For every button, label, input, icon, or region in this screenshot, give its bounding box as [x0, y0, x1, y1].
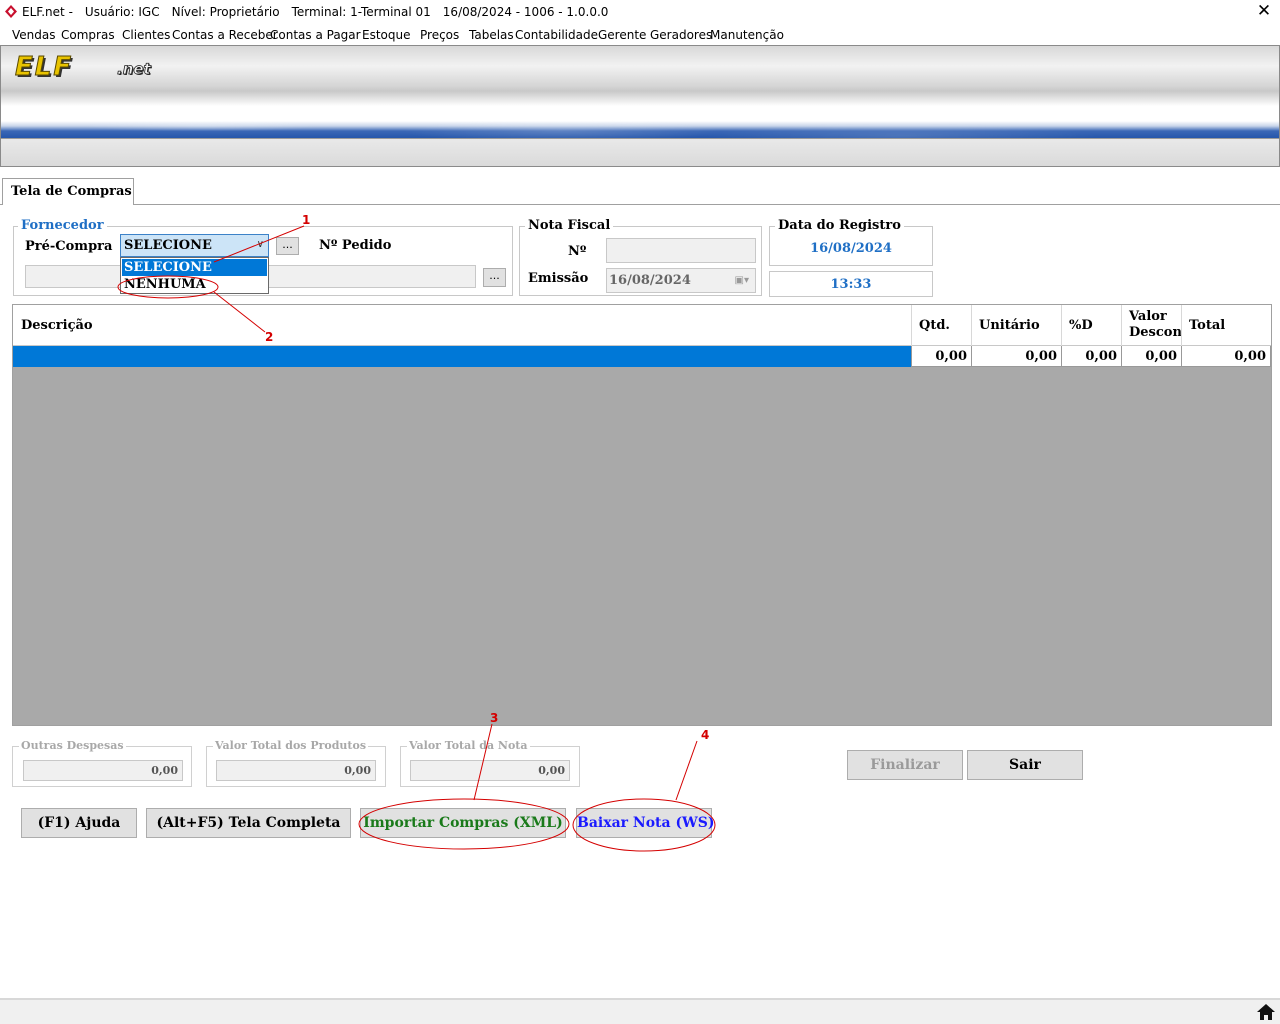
row-unitario-cell[interactable]: 0,00	[971, 346, 1061, 367]
fornecedor-lookup-button[interactable]: ...	[483, 268, 506, 287]
col-unitario[interactable]: Unitário	[979, 318, 1040, 334]
items-grid[interactable]	[12, 304, 1272, 726]
title-app: ELF.net -	[22, 5, 73, 19]
menu-vendas[interactable]: Vendas	[12, 28, 56, 42]
chevron-down-icon: ∨	[256, 239, 264, 250]
pre-compra-label: Pré-Compra	[25, 239, 113, 254]
banner-toolbar-strip	[1, 138, 1279, 166]
tela-completa-button[interactable]: (Alt+F5) Tela Completa	[146, 808, 351, 838]
tab-label: Tela de Compras	[11, 184, 132, 199]
baixar-nota-button[interactable]: Baixar Nota (WS)	[576, 808, 715, 838]
row-valor-desconto-cell[interactable]: 0,00	[1121, 346, 1181, 367]
valor-nota-label: Valor Total da Nota	[407, 739, 530, 752]
grid-col-divider	[1121, 305, 1122, 346]
valor-produtos-label: Valor Total dos Produtos	[213, 739, 369, 752]
annotation-1-label: 1	[302, 213, 310, 227]
finalizar-button[interactable]: Finalizar	[847, 750, 963, 780]
col-total[interactable]: Total	[1189, 318, 1225, 334]
emissao-date-value: 16/08/2024	[609, 273, 691, 288]
menu-clientes[interactable]: Clientes	[122, 28, 170, 42]
registro-legend: Data do Registro	[775, 218, 904, 233]
menu-manutencao[interactable]: Manutenção	[710, 28, 784, 42]
registro-date: 16/08/2024	[810, 241, 892, 256]
menu-precos[interactable]: Preços	[420, 28, 459, 42]
menu-tabelas[interactable]: Tabelas	[469, 28, 514, 42]
pre-compra-select[interactable]: SELECIONE ∨	[120, 234, 269, 257]
row-total-cell[interactable]: 0,00	[1181, 346, 1271, 367]
row-qtd-cell[interactable]: 0,00	[911, 346, 971, 367]
menu-compras[interactable]: Compras	[61, 28, 115, 42]
outras-despesas-field[interactable]: 0,00	[23, 760, 183, 781]
window-title: ELF.net - Usuário: IGC Nível: Proprietário…	[22, 5, 620, 19]
valor-produtos-field: 0,00	[216, 760, 376, 781]
grid-header: Descrição Qtd. Unitário %D Valor Descon …	[13, 305, 1271, 346]
tab-tela-de-compras[interactable]: Tela de Compras	[2, 178, 134, 205]
col-valor-desconto-line2: Descon	[1129, 325, 1182, 340]
menu-estoque[interactable]: Estoque	[362, 28, 411, 42]
status-bar	[0, 1000, 1280, 1024]
grid-col-divider	[971, 305, 972, 346]
valor-nota-field: 0,00	[410, 760, 570, 781]
col-valor-desconto-line1: Valor	[1129, 309, 1167, 324]
app-diamond-icon	[5, 5, 17, 18]
tab-strip	[0, 176, 1280, 205]
menu-contas-pagar[interactable]: Contas a Pagar	[270, 28, 361, 42]
title-terminal: Terminal: 1-Terminal 01	[291, 5, 431, 19]
outras-despesas-label: Outras Despesas	[19, 739, 126, 752]
nf-numero-field[interactable]	[606, 238, 756, 263]
registro-time: 13:33	[830, 277, 872, 292]
grid-col-divider	[1181, 305, 1182, 346]
col-qtd[interactable]: Qtd.	[919, 318, 950, 334]
elf-logo-suffix: .net	[117, 60, 152, 79]
pre-compra-lookup-button[interactable]: ...	[276, 237, 299, 255]
banner-texture	[1, 76, 1279, 140]
title-version: 16/08/2024 - 1006 - 1.0.0.0	[442, 5, 609, 19]
ajuda-button[interactable]: (F1) Ajuda	[21, 808, 137, 838]
calendar-dropdown-icon[interactable]: ▣▾	[735, 269, 749, 292]
menu-bar: Vendas Compras Clientes Contas a Receber…	[0, 25, 1280, 45]
header-banner: ELF .net	[0, 45, 1280, 167]
row-pct-desconto-cell[interactable]: 0,00	[1061, 346, 1121, 367]
elf-logo: ELF	[14, 52, 74, 83]
col-valor-desconto[interactable]: Valor Descon	[1129, 309, 1182, 341]
row-descricao-cell-selected[interactable]	[13, 346, 911, 367]
option-selecione[interactable]: SELECIONE	[122, 259, 267, 276]
sair-button[interactable]: Sair	[967, 750, 1083, 780]
pre-compra-selected: SELECIONE	[124, 238, 212, 253]
emissao-date-field[interactable]: 16/08/2024 ▣▾	[606, 268, 756, 293]
annotation-4-label: 4	[701, 728, 709, 742]
col-pct-desconto[interactable]: %D	[1069, 318, 1093, 334]
pedido-label: Nº Pedido	[319, 238, 392, 253]
nf-numero-label: Nº	[568, 244, 587, 259]
menu-contabilidade[interactable]: Contabilidade	[515, 28, 598, 42]
fornecedor-legend: Fornecedor	[18, 218, 107, 233]
title-level: Nível: Proprietário	[171, 5, 280, 19]
close-window-button[interactable]: ✕	[1254, 1, 1274, 21]
menu-gerente[interactable]: Gerente	[598, 28, 646, 42]
menu-contas-receber[interactable]: Contas a Receber	[172, 28, 278, 42]
nota-fiscal-legend: Nota Fiscal	[525, 218, 614, 233]
grid-col-divider	[911, 305, 912, 346]
menu-geradores[interactable]: Geradores	[650, 28, 712, 42]
window-titlebar: ELF.net - Usuário: IGC Nível: Proprietário…	[0, 0, 1280, 24]
title-user: Usuário: IGC	[84, 5, 160, 19]
pre-compra-dropdown-list: SELECIONE NENHUMA	[120, 257, 269, 294]
grid-col-divider	[1061, 305, 1062, 346]
importar-xml-button[interactable]: Importar Compras (XML)	[360, 808, 566, 838]
option-nenhuma[interactable]: NENHUMA	[122, 276, 267, 293]
home-icon[interactable]	[1256, 1002, 1276, 1022]
col-descricao[interactable]: Descrição	[21, 318, 93, 334]
emissao-label: Emissão	[528, 271, 589, 286]
